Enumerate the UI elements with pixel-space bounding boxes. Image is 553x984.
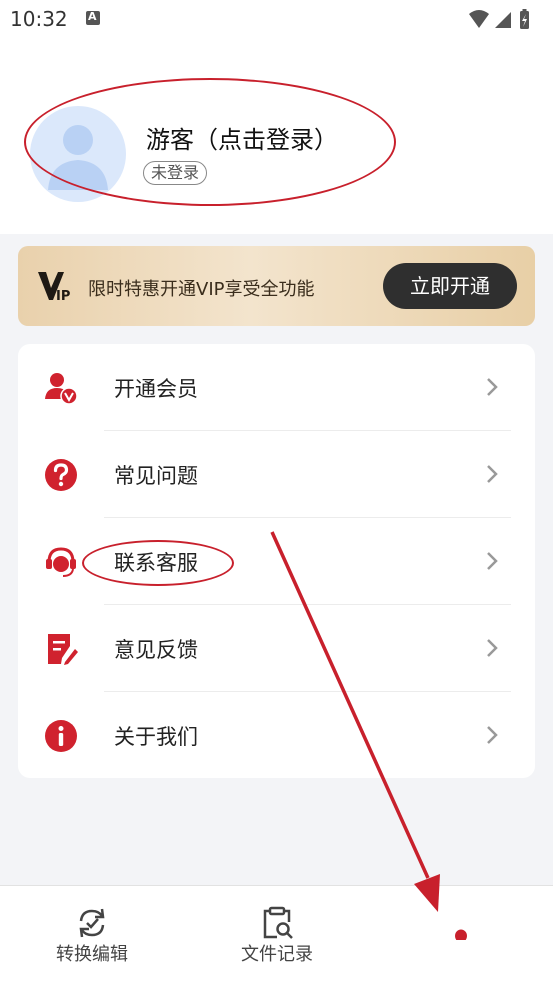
chevron-right-icon <box>487 552 498 570</box>
notification-a-icon <box>86 10 100 25</box>
vip-promo-text: 限时特惠开通VIP享受全功能 <box>88 279 315 300</box>
menu-item-about-us[interactable]: 关于我们 <box>18 692 535 779</box>
menu-item-label: 常见问题 <box>114 464 198 488</box>
nav-tab-mine[interactable] <box>396 886 526 984</box>
menu-item-label: 意见反馈 <box>114 638 198 662</box>
file-search-icon <box>263 906 293 939</box>
nav-label: 文件记录 <box>241 944 313 965</box>
avatar[interactable] <box>30 106 126 202</box>
question-icon <box>45 459 77 491</box>
info-icon <box>45 720 77 752</box>
nav-tab-convert-edit[interactable]: 转换编辑 <box>27 886 157 984</box>
menu-item-label: 开通会员 <box>114 377 198 401</box>
status-time: 10:32 <box>10 7 68 31</box>
battery-icon <box>520 9 529 29</box>
wifi-icon <box>469 10 489 28</box>
status-icons <box>469 9 529 29</box>
status-bar: 10:32 <box>0 0 553 40</box>
menu-item-label: 联系客服 <box>114 551 198 575</box>
convert-sync-icon <box>79 908 105 938</box>
bottom-nav: 转换编辑 文件记录 <box>0 885 553 984</box>
menu-item-feedback[interactable]: 意见反馈 <box>18 605 535 692</box>
svg-text:IP: IP <box>56 289 70 302</box>
open-vip-button[interactable]: 立即开通 <box>383 263 517 309</box>
menu-item-label: 关于我们 <box>114 725 198 749</box>
vip-logo-icon: IP <box>38 272 70 302</box>
vip-banner[interactable]: IP 限时特惠开通VIP享受全功能 立即开通 <box>18 246 535 326</box>
menu-card: 开通会员 常见问题 联系客服 意见反馈 关于我们 <box>18 344 535 778</box>
login-status-badge: 未登录 <box>143 161 208 185</box>
chevron-right-icon <box>487 378 498 396</box>
profile-header[interactable]: 游客（点击登录） 未登录 <box>0 40 553 234</box>
member-vip-icon <box>45 373 78 405</box>
profile-dot-icon <box>455 929 467 940</box>
profile-name[interactable]: 游客（点击登录） <box>146 120 338 155</box>
nav-label: 转换编辑 <box>56 944 128 965</box>
chevron-right-icon <box>487 465 498 483</box>
feedback-edit-icon <box>48 634 78 665</box>
chevron-right-icon <box>487 726 498 744</box>
signal-icon <box>495 12 511 28</box>
menu-item-open-member[interactable]: 开通会员 <box>18 344 535 431</box>
nav-tab-file-records[interactable]: 文件记录 <box>212 886 342 984</box>
menu-item-contact-service[interactable]: 联系客服 <box>18 518 535 605</box>
mine-screen: 10:32 游客（点击登录） 未登录 <box>0 0 553 984</box>
default-user-avatar-icon <box>48 125 108 190</box>
menu-item-faq[interactable]: 常见问题 <box>18 431 535 518</box>
customer-service-headset-icon <box>46 547 76 577</box>
chevron-right-icon <box>487 639 498 657</box>
